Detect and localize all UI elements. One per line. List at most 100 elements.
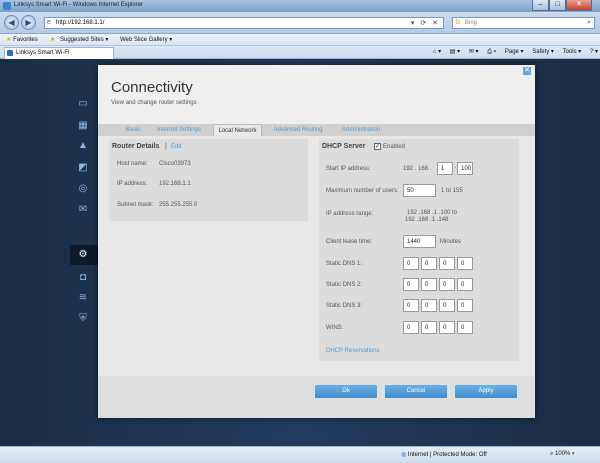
settings-tabs: Basic Internet Settings Local Network Ad… — [98, 124, 535, 136]
wins-octet3-input[interactable]: 0 — [439, 321, 455, 334]
max-users-label: Maximum number of users: — [326, 188, 399, 194]
dns2-octet4-input[interactable]: 0 — [457, 278, 473, 291]
router-details-panel: Router Details | Edit Host name: Cisco03… — [109, 139, 308, 221]
command-bar: ⌂ ▾ ▤ ▾ ✉ ▾ ⎙ ▾ Page ▾ Safety ▾ Tools ▾ … — [426, 48, 598, 56]
subnet-mask-label: Subnet mask: — [117, 202, 154, 208]
router-details-separator: | — [165, 143, 167, 150]
favorites-bar: ★ Favorites ★ Suggested Sites ▾ Web Slic… — [0, 34, 600, 46]
mail-icon[interactable]: ✉ ▾ — [469, 49, 479, 55]
cancel-button[interactable]: Cancel — [385, 385, 447, 398]
ok-button[interactable]: Ok — [315, 385, 377, 398]
linksys-tab-icon — [7, 50, 13, 56]
zoom-control[interactable]: ⌕ 100% ▾ — [550, 451, 575, 458]
safety-menu[interactable]: Safety ▾ — [532, 49, 554, 55]
back-button[interactable]: ◀ — [4, 15, 19, 30]
start-ip-prefix: 192 . 168 . — [403, 166, 432, 172]
wifi-settings-icon[interactable]: ▦ — [76, 120, 90, 132]
tab-internet-settings[interactable]: Internet Settings — [154, 124, 204, 136]
wins-octet1-input[interactable]: 0 — [403, 321, 419, 334]
address-tools-icons[interactable]: ▾ ⟳ ✕ — [411, 19, 440, 27]
dialog-title: Connectivity — [111, 79, 193, 96]
host-name-label: Host name: — [117, 161, 148, 167]
ie-app-icon — [3, 2, 11, 10]
close-window-button[interactable]: ✕ — [566, 0, 592, 11]
apply-button[interactable]: Apply — [455, 385, 517, 398]
dns3-octet4-input[interactable]: 0 — [457, 299, 473, 312]
search-box[interactable]: b Bing ⌕ — [452, 17, 595, 29]
dns2-octet3-input[interactable]: 0 — [439, 278, 455, 291]
suggested-sites-link[interactable]: Suggested Sites ▾ — [60, 36, 108, 43]
wins-octet2-input[interactable]: 0 — [421, 321, 437, 334]
maximize-button[interactable]: □ — [549, 0, 566, 11]
wins-label: WINS: — [326, 325, 344, 331]
dns3-octet3-input[interactable]: 0 — [439, 299, 455, 312]
connectivity-icon[interactable]: ⚙ — [76, 249, 90, 261]
static-dns1-label: Static DNS 1: — [326, 261, 363, 267]
max-users-input[interactable]: 50 — [403, 184, 436, 197]
ip-range-end: 192 .168 .1 .148 — [405, 217, 449, 223]
window-title: Linksys Smart Wi-Fi - Windows Internet E… — [14, 2, 144, 8]
dns2-octet1-input[interactable]: 0 — [403, 278, 419, 291]
web-slice-gallery-link[interactable]: Web Slice Gallery ▾ — [120, 36, 172, 43]
close-dialog-icon[interactable]: ✕ — [523, 67, 531, 75]
search-icon[interactable]: ⌕ — [587, 19, 591, 27]
wins-octet4-input[interactable]: 0 — [457, 321, 473, 334]
dns3-octet1-input[interactable]: 0 — [403, 299, 419, 312]
favorites-button[interactable]: ★ Favorites — [6, 36, 38, 43]
url-text[interactable]: http://192.168.1.1/ — [56, 20, 104, 26]
tab-local-network[interactable]: Local Network — [213, 124, 262, 136]
dhcp-server-panel: DHCP Server ✓ Enabled Start IP address: … — [319, 139, 519, 361]
media-prioritization-icon[interactable]: ◎ — [76, 183, 90, 195]
favorites-star-icon: ★ — [6, 37, 12, 43]
forward-button[interactable]: ▶ — [21, 15, 36, 30]
ie-page-icon: e — [47, 19, 51, 26]
parental-controls-icon[interactable]: ◩ — [76, 162, 90, 174]
edit-router-details-link[interactable]: Edit — [171, 144, 181, 150]
subnet-mask-value: 255.255.255.0 — [159, 202, 198, 208]
tab-basic[interactable]: Basic — [118, 124, 148, 136]
minimize-button[interactable]: – — [532, 0, 549, 11]
lease-time-input[interactable]: 1440 — [403, 235, 436, 248]
wireless-icon[interactable]: ≋ — [76, 292, 90, 304]
favorites-label: Favorites — [13, 37, 38, 43]
status-bar: ◍ Internet | Protected Mode: Off ⌕ 100% … — [0, 446, 600, 463]
print-icon[interactable]: ⎙ ▾ — [487, 49, 496, 55]
bing-icon: b — [456, 19, 460, 26]
tab-advanced-routing[interactable]: Advanced Routing — [269, 124, 327, 136]
dialog-button-row: Ok Cancel Apply — [98, 376, 535, 418]
network-map-icon[interactable]: ▭ — [76, 98, 90, 110]
start-ip-octet3-input[interactable]: 1 — [437, 162, 453, 175]
page-viewport: ▭ ▦ ▲ ◩ ◎ ✉ ⚙ ◘ ≋ ⛨ Connectivity View an… — [0, 60, 600, 446]
dns1-octet2-input[interactable]: 0 — [421, 257, 437, 270]
browser-tab-bar: Linksys Smart Wi-Fi ⌂ ▾ ▤ ▾ ✉ ▾ ⎙ ▾ Page… — [0, 46, 600, 59]
dns1-octet1-input[interactable]: 0 — [403, 257, 419, 270]
feeds-icon[interactable]: ▤ ▾ — [450, 49, 460, 55]
address-toolbar: ◀ ▶ e http://192.168.1.1/ ▾ ⟳ ✕ b Bing ⌕ — [0, 12, 600, 34]
dns1-octet3-input[interactable]: 0 — [439, 257, 455, 270]
start-ip-octet4-input[interactable]: 100 — [457, 162, 473, 175]
zoom-level: 100% — [555, 451, 571, 457]
camera-icon[interactable]: ◘ — [76, 272, 90, 284]
add-favorite-icon[interactable]: ★ — [50, 36, 55, 43]
email-icon[interactable]: ✉ — [76, 204, 90, 216]
dhcp-reservations-link[interactable]: DHCP Reservations — [326, 348, 380, 354]
help-icon[interactable]: ? ▾ — [590, 49, 598, 55]
browser-tab[interactable]: Linksys Smart Wi-Fi — [4, 47, 114, 59]
static-dns2-label: Static DNS 2: — [326, 282, 363, 288]
address-field[interactable]: e http://192.168.1.1/ ▾ ⟳ ✕ — [44, 17, 444, 29]
dhcp-enabled-label: Enabled — [383, 144, 406, 150]
dhcp-server-heading: DHCP Server — [322, 143, 366, 150]
dhcp-enabled-checkbox[interactable]: ✓ — [374, 143, 381, 150]
globe-icon: ◍ — [401, 452, 407, 458]
search-placeholder[interactable]: Bing — [465, 20, 477, 26]
tab-administration[interactable]: Administration — [335, 124, 387, 136]
tools-menu[interactable]: Tools ▾ — [563, 49, 582, 55]
ip-address-value: 192.168.1.1 — [159, 181, 191, 187]
home-icon[interactable]: ⌂ ▾ — [433, 49, 441, 55]
alert-icon[interactable]: ▲ — [76, 140, 90, 152]
dns3-octet2-input[interactable]: 0 — [421, 299, 437, 312]
page-menu[interactable]: Page ▾ — [505, 49, 524, 55]
dns2-octet2-input[interactable]: 0 — [421, 278, 437, 291]
security-shield-icon[interactable]: ⛨ — [76, 313, 90, 325]
dns1-octet4-input[interactable]: 0 — [457, 257, 473, 270]
